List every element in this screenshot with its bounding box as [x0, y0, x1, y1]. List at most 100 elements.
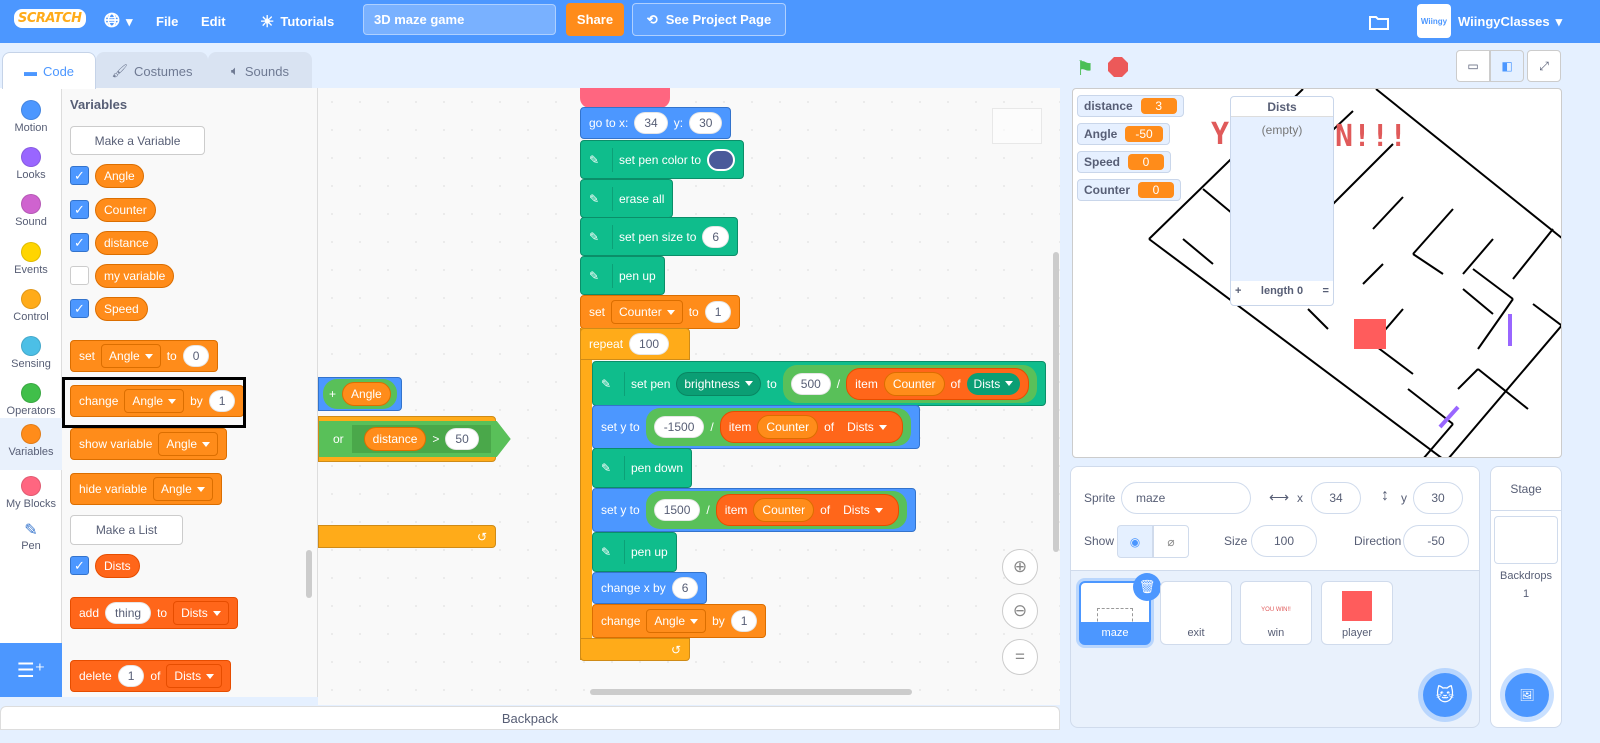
- variable-reporter-speed[interactable]: Speed: [95, 297, 148, 321]
- set-y-block[interactable]: set y to 1500 / item Counter of Dists: [592, 488, 916, 532]
- size-input[interactable]: 100: [1251, 525, 1317, 557]
- file-menu[interactable]: File: [156, 0, 178, 43]
- list-reporter-dists[interactable]: Dists: [95, 554, 140, 578]
- repeat-count-input[interactable]: 100: [629, 333, 670, 355]
- zoom-reset-button[interactable]: =: [1002, 639, 1038, 675]
- category-sensing[interactable]: Sensing: [0, 330, 62, 376]
- variable-reporter[interactable]: Counter: [883, 371, 945, 396]
- backpack[interactable]: Backpack: [0, 706, 1060, 730]
- go-to-xy-block[interactable]: go to x: 34 y: 30: [580, 107, 732, 139]
- change-angle-block[interactable]: change Angle by 1: [592, 604, 767, 638]
- variable-reporter-distance[interactable]: distance: [95, 231, 158, 255]
- color-picker[interactable]: [707, 148, 736, 171]
- add-extension-button[interactable]: ☰⁺: [0, 643, 62, 697]
- y-input[interactable]: 30: [1413, 482, 1463, 514]
- pen-up-block[interactable]: ✎ pen up: [592, 532, 677, 572]
- variable-dropdown[interactable]: Angle: [101, 344, 161, 368]
- value-input[interactable]: 0: [182, 345, 210, 367]
- delete-sprite-button[interactable]: 🗑︎: [1133, 573, 1161, 601]
- script-horizontal-scrollbar[interactable]: [590, 689, 912, 695]
- category-variables[interactable]: Variables: [0, 418, 62, 470]
- variable-reporter-angle[interactable]: Angle: [95, 164, 144, 188]
- value-input[interactable]: 1500: [653, 499, 701, 521]
- list-dropdown[interactable]: Dists: [840, 416, 894, 438]
- show-sprite-button[interactable]: ◉: [1117, 525, 1153, 558]
- variable-dropdown[interactable]: Counter: [611, 300, 683, 324]
- value-input[interactable]: 1: [704, 301, 732, 323]
- category-motion[interactable]: Motion: [0, 94, 62, 140]
- zoom-out-button[interactable]: ⊖: [1002, 593, 1038, 629]
- greater-than-operator[interactable]: distance >50: [352, 425, 491, 453]
- value-input[interactable]: 500: [790, 372, 831, 395]
- variable-reporter[interactable]: Counter: [757, 415, 819, 439]
- script-vertical-scrollbar[interactable]: [1053, 252, 1059, 552]
- edit-menu[interactable]: Edit: [201, 0, 226, 43]
- checkbox-dists[interactable]: ✓: [70, 556, 89, 575]
- checkbox-my-variable[interactable]: [70, 266, 89, 285]
- tab-sounds[interactable]: 🔈︎ Sounds: [208, 52, 312, 89]
- list-add-button[interactable]: +: [1235, 285, 1241, 297]
- add-backdrop-button[interactable]: 🖼︎: [1505, 673, 1549, 717]
- set-y-block[interactable]: set y to -1500 / item Counter of Dists: [592, 405, 920, 449]
- tutorials-button[interactable]: ☀ Tutorials: [260, 0, 334, 43]
- palette-scrollbar[interactable]: [306, 550, 312, 598]
- tab-costumes[interactable]: 🖌︎ Costumes: [96, 52, 208, 89]
- list-dropdown[interactable]: Dists: [966, 372, 1021, 395]
- value-input[interactable]: 1: [117, 665, 145, 687]
- fullscreen-button[interactable]: ⤢: [1527, 50, 1561, 82]
- monitor-angle[interactable]: Angle -50: [1077, 123, 1170, 145]
- avatar[interactable]: Wiingy: [1417, 4, 1451, 38]
- item-of-list-reporter[interactable]: item Counter of Dists: [846, 367, 1030, 400]
- list-dropdown[interactable]: Dists: [173, 601, 229, 625]
- set-pen-color-block[interactable]: ✎ set pen color to: [580, 140, 745, 179]
- set-counter-block[interactable]: set Counter to 1: [580, 295, 741, 329]
- backdrop-thumbnail[interactable]: [1494, 516, 1558, 564]
- variable-dropdown[interactable]: Angle: [646, 609, 707, 633]
- add-to-list-block[interactable]: add thing to Dists: [70, 597, 238, 629]
- x-input[interactable]: 34: [634, 112, 668, 134]
- share-button[interactable]: Share: [566, 3, 624, 36]
- or-operator[interactable]: or distance >50: [319, 421, 511, 457]
- variable-dropdown[interactable]: Angle: [158, 432, 219, 456]
- checkbox-angle[interactable]: ✓: [70, 166, 89, 185]
- sprite-thumb-player[interactable]: player: [1321, 581, 1393, 645]
- value-input[interactable]: 50: [445, 428, 478, 450]
- add-sprite-button[interactable]: 🐱︎: [1423, 673, 1467, 717]
- item-of-list-reporter[interactable]: item Counter of Dists: [719, 411, 903, 443]
- variable-reporter[interactable]: distance: [364, 427, 427, 451]
- set-variable-block[interactable]: set Angle to 0: [70, 340, 219, 372]
- delete-from-list-block[interactable]: delete 1 of Dists: [70, 660, 232, 692]
- item-of-list-reporter[interactable]: item Counter of Dists: [715, 494, 899, 526]
- green-flag-button[interactable]: ⚑: [1076, 56, 1094, 81]
- category-operators[interactable]: Operators: [0, 377, 62, 423]
- make-variable-button[interactable]: Make a Variable: [70, 126, 205, 155]
- category-events[interactable]: Events: [0, 236, 62, 282]
- variable-reporter[interactable]: Counter: [753, 498, 815, 522]
- variable-dropdown[interactable]: Angle: [153, 477, 213, 501]
- value-input[interactable]: 1: [730, 610, 758, 632]
- my-stuff-folder-icon[interactable]: [1368, 0, 1390, 43]
- add-operator[interactable]: + Angle: [323, 379, 397, 409]
- checkbox-speed[interactable]: ✓: [70, 299, 89, 318]
- large-stage-button[interactable]: ◧: [1490, 50, 1524, 82]
- monitor-distance[interactable]: distance 3: [1077, 95, 1184, 117]
- language-menu[interactable]: 🌐︎ ▾: [104, 0, 133, 43]
- change-x-block[interactable]: change x by 6: [592, 572, 708, 604]
- pen-up-block[interactable]: ✎ pen up: [580, 256, 665, 295]
- divide-operator[interactable]: 500 / item Counter of Dists: [782, 364, 1038, 403]
- list-dropdown[interactable]: Dists: [836, 499, 890, 521]
- category-sound[interactable]: Sound: [0, 188, 62, 234]
- category-my-blocks[interactable]: My Blocks: [0, 470, 62, 516]
- x-input[interactable]: 34: [1311, 482, 1361, 514]
- checkbox-counter[interactable]: ✓: [70, 200, 89, 219]
- value-input[interactable]: -1500: [653, 416, 705, 438]
- divide-operator[interactable]: -1500 / item Counter of Dists: [645, 408, 911, 446]
- category-looks[interactable]: Looks: [0, 141, 62, 187]
- variable-reporter[interactable]: Angle: [342, 382, 391, 406]
- direction-input[interactable]: -50: [1403, 525, 1469, 557]
- variable-reporter-my-variable[interactable]: my variable: [95, 264, 175, 288]
- zoom-in-button[interactable]: ⊕: [1002, 549, 1038, 585]
- project-title-input[interactable]: 3D maze game: [363, 4, 556, 35]
- pen-param-dropdown[interactable]: brightness: [676, 371, 761, 396]
- see-project-page-button[interactable]: ⟲ See Project Page: [632, 3, 786, 36]
